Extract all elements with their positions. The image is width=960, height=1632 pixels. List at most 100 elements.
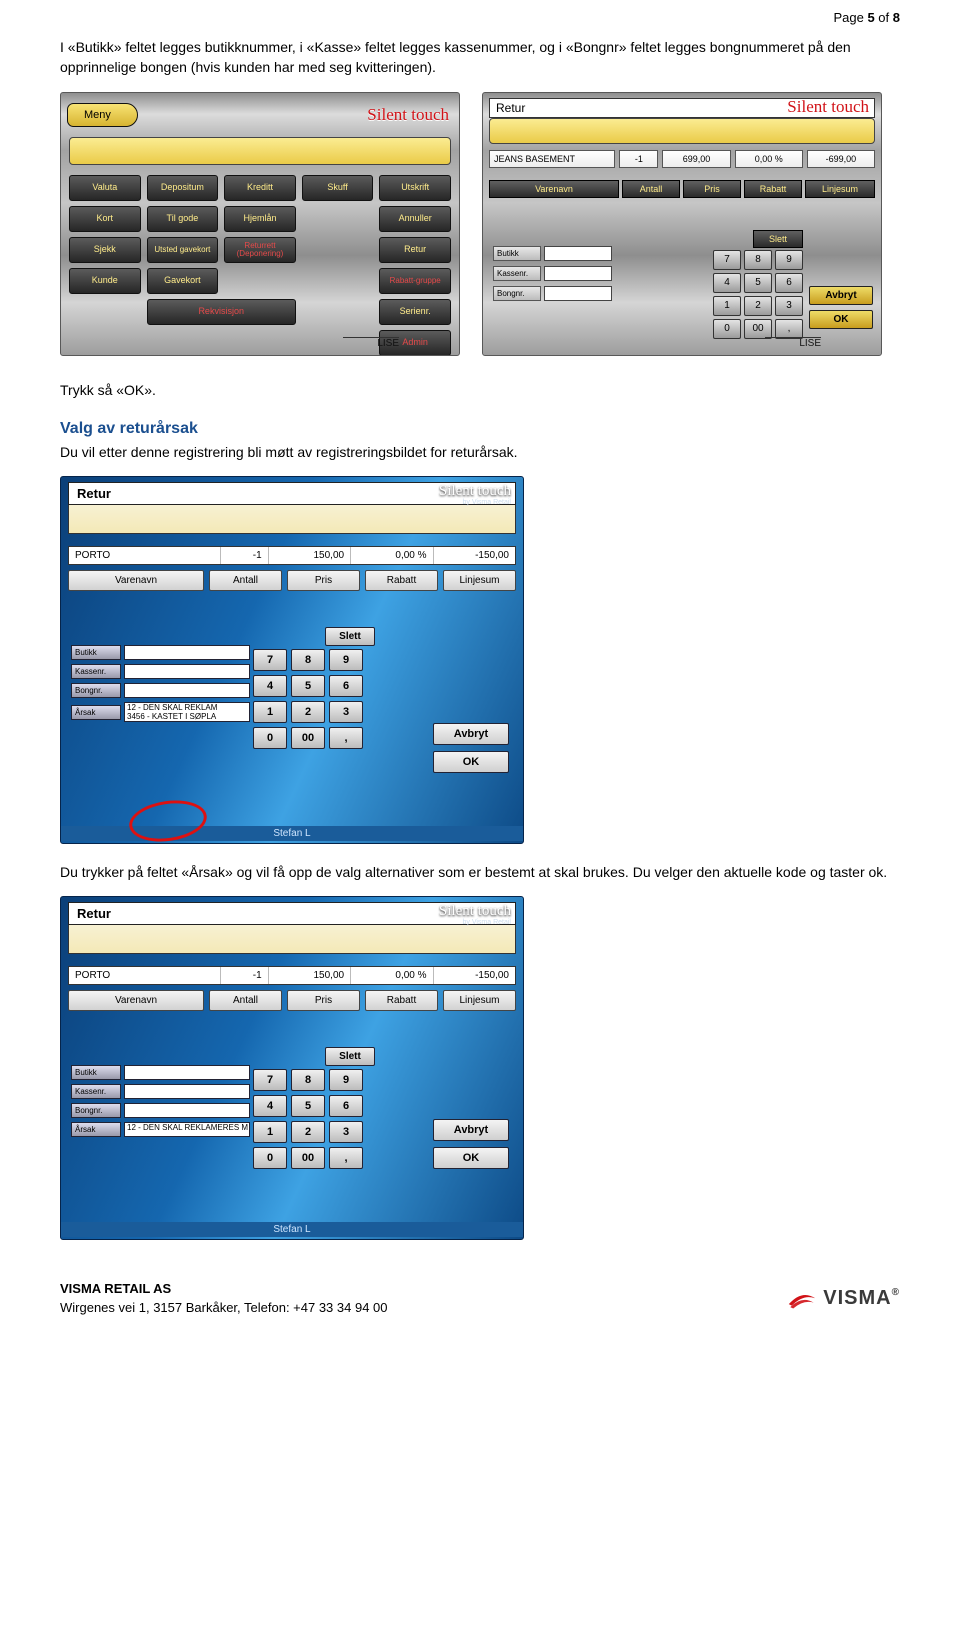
arsak-opt-1: 12 - DEN SKAL REKLAM (127, 703, 247, 712)
hdr-rabatt: Rabatt (365, 570, 438, 591)
hdr-antall: Antall (622, 180, 680, 198)
btn-depositum[interactable]: Depositum (147, 175, 219, 201)
key-comma[interactable]: , (329, 1147, 363, 1169)
hdr-rabatt: Rabatt (365, 990, 438, 1011)
btn-annuller[interactable]: Annuller (379, 206, 451, 232)
btn-kreditt[interactable]: Kreditt (224, 175, 296, 201)
btn-hjemlan[interactable]: Hjemlån (224, 206, 296, 232)
footer-address: Wirgenes vei 1, 3157 Barkåker, Telefon: … (60, 1299, 388, 1317)
btn-rekvisisjon[interactable]: Rekvisisjon (147, 299, 296, 325)
input-kassenr[interactable] (544, 266, 612, 281)
key-3[interactable]: 3 (775, 296, 803, 316)
input-bongnr[interactable] (124, 1103, 250, 1118)
input-arsak[interactable]: 12 - DEN SKAL REKLAMERES M (124, 1122, 250, 1137)
key-1[interactable]: 1 (253, 1121, 287, 1143)
key-8[interactable]: 8 (291, 1069, 325, 1091)
ok-button[interactable]: OK (809, 310, 873, 329)
key-00[interactable]: 00 (291, 1147, 325, 1169)
btn-sjekk[interactable]: Sjekk (69, 237, 141, 263)
key-1[interactable]: 1 (253, 701, 287, 723)
input-butikk[interactable] (544, 246, 612, 261)
footer-company: VISMA RETAIL AS (60, 1280, 388, 1298)
key-9[interactable]: 9 (329, 649, 363, 671)
btn-rabattgruppe[interactable]: Rabatt-gruppe (379, 268, 451, 294)
meny-pill[interactable]: Meny (67, 103, 138, 127)
hdr-varenavn: Varenavn (489, 180, 619, 198)
text-valg: Du vil etter denne registrering bli møtt… (60, 442, 900, 462)
key-4[interactable]: 4 (253, 1095, 287, 1117)
key-8[interactable]: 8 (744, 250, 772, 270)
key-2[interactable]: 2 (291, 701, 325, 723)
btn-valuta[interactable]: Valuta (69, 175, 141, 201)
label-bongnr: Bongnr. (493, 286, 541, 301)
cell-rebate: 0,00 % (735, 150, 803, 168)
arsak-opt-2: 3456 - KASTET I SØPLA (127, 712, 247, 721)
btn-tilgode[interactable]: Til gode (147, 206, 219, 232)
slett-button[interactable]: Slett (325, 1047, 375, 1066)
btn-utsted-gavekort[interactable]: Utsted gavekort (147, 237, 219, 263)
column-headers: Varenavn Antall Pris Rabatt Linjesum (68, 570, 516, 591)
avbryt-button[interactable]: Avbryt (809, 286, 873, 305)
avbryt-button[interactable]: Avbryt (433, 1119, 509, 1141)
input-bongnr[interactable] (544, 286, 612, 301)
input-kassenr[interactable] (124, 1084, 250, 1099)
key-3[interactable]: 3 (329, 1121, 363, 1143)
key-8[interactable]: 8 (291, 649, 325, 671)
input-butikk[interactable] (124, 1065, 250, 1080)
input-arsak[interactable]: 12 - DEN SKAL REKLAM 3456 - KASTET I SØP… (124, 702, 250, 722)
ok-button[interactable]: OK (433, 751, 509, 773)
yellow-bar (69, 137, 451, 165)
cell-sum: -699,00 (807, 150, 875, 168)
hdr-pris: Pris (287, 990, 360, 1011)
ok-button[interactable]: OK (433, 1147, 509, 1169)
blue-screenshot-2: Retur Silent touch by Visma Retail PORTO… (60, 896, 524, 1240)
key-3[interactable]: 3 (329, 701, 363, 723)
btn-skuff[interactable]: Skuff (302, 175, 374, 201)
btn-utskrift[interactable]: Utskrift (379, 175, 451, 201)
label-butikk: Butikk (71, 645, 121, 660)
btn-gavekort[interactable]: Gavekort (147, 268, 219, 294)
input-butikk[interactable] (124, 645, 250, 660)
visma-swirl-icon (787, 1288, 817, 1310)
key-5[interactable]: 5 (291, 675, 325, 697)
input-kassenr[interactable] (124, 664, 250, 679)
key-6[interactable]: 6 (329, 1095, 363, 1117)
key-0[interactable]: 0 (253, 727, 287, 749)
key-2[interactable]: 2 (291, 1121, 325, 1143)
key-comma[interactable]: , (775, 319, 803, 339)
text-trykk-ok: Trykk så «OK». (60, 380, 900, 400)
key-7[interactable]: 7 (713, 250, 741, 270)
key-4[interactable]: 4 (253, 675, 287, 697)
btn-kunde[interactable]: Kunde (69, 268, 141, 294)
btn-serienr[interactable]: Serienr. (379, 299, 451, 325)
key-5[interactable]: 5 (744, 273, 772, 293)
pos-menu-screenshot: Meny Silent touch Valuta Depositum Kredi… (60, 92, 460, 356)
key-2[interactable]: 2 (744, 296, 772, 316)
key-7[interactable]: 7 (253, 649, 287, 671)
key-comma[interactable]: , (329, 727, 363, 749)
hdr-antall: Antall (209, 570, 282, 591)
c-qty: -1 (221, 547, 269, 564)
btn-returrett[interactable]: Returrett (Deponering) (224, 237, 296, 263)
key-6[interactable]: 6 (775, 273, 803, 293)
slett-button[interactable]: Slett (753, 230, 803, 248)
input-bongnr[interactable] (124, 683, 250, 698)
slett-button[interactable]: Slett (325, 627, 375, 646)
key-9[interactable]: 9 (329, 1069, 363, 1091)
key-4[interactable]: 4 (713, 273, 741, 293)
item-line: JEANS BASEMENT -1 699,00 0,00 % -699,00 (489, 150, 875, 168)
key-7[interactable]: 7 (253, 1069, 287, 1091)
btn-retur[interactable]: Retur (379, 237, 451, 263)
key-6[interactable]: 6 (329, 675, 363, 697)
key-0[interactable]: 0 (253, 1147, 287, 1169)
avbryt-button[interactable]: Avbryt (433, 723, 509, 745)
btn-kort[interactable]: Kort (69, 206, 141, 232)
key-9[interactable]: 9 (775, 250, 803, 270)
numpad: 7 8 9 4 5 6 1 2 3 0 00 , (713, 250, 803, 339)
label-kassenr: Kassenr. (71, 1084, 121, 1099)
key-1[interactable]: 1 (713, 296, 741, 316)
key-0[interactable]: 0 (713, 319, 741, 339)
key-00[interactable]: 00 (291, 727, 325, 749)
key-00[interactable]: 00 (744, 319, 772, 339)
key-5[interactable]: 5 (291, 1095, 325, 1117)
